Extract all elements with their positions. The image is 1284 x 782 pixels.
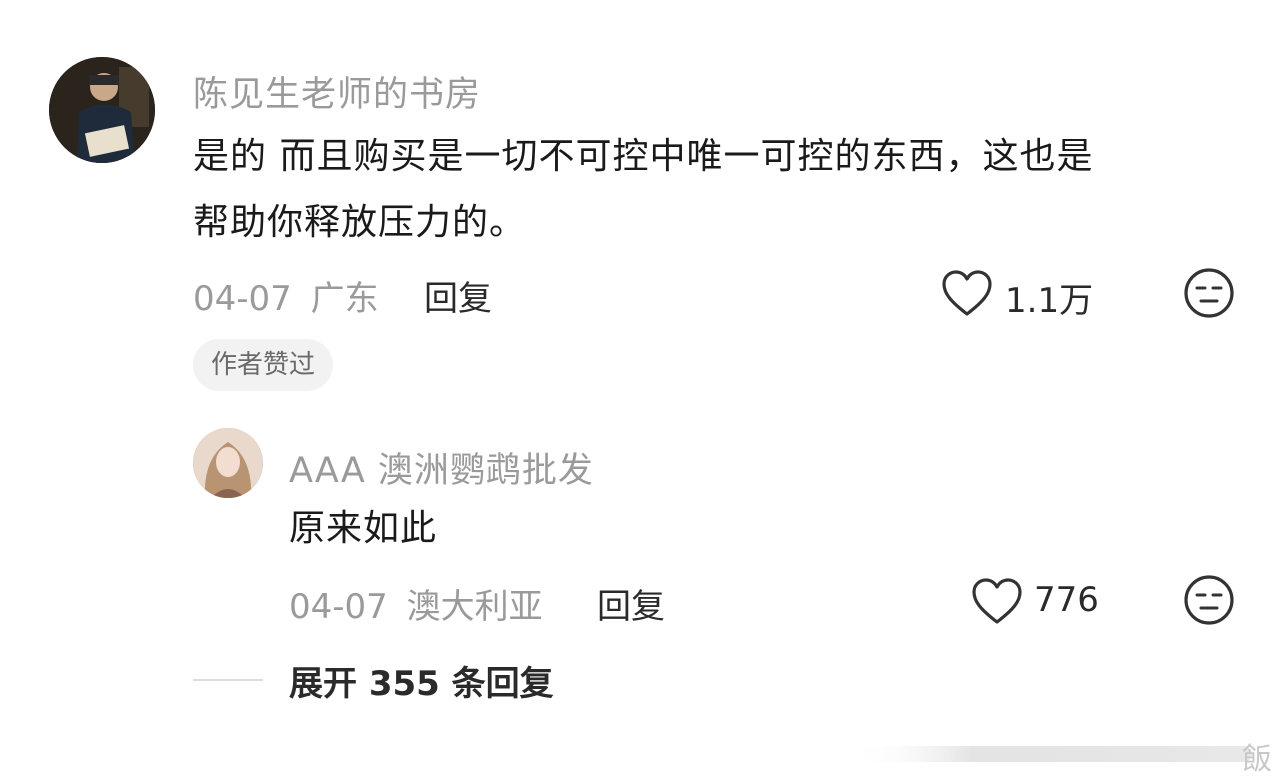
reply-content: 原来如此 xyxy=(289,508,438,549)
meh-face-icon xyxy=(1184,575,1234,625)
watermark: 飯 xyxy=(852,734,1272,777)
avatar[interactable] xyxy=(49,57,155,163)
reply-button[interactable]: 回复 xyxy=(424,271,492,320)
expand-replies-button[interactable]: 展开 355 条回复 xyxy=(289,656,554,705)
reply-like-button[interactable] xyxy=(970,576,1024,626)
reply-meta: 04-07 澳大利亚 xyxy=(289,579,543,628)
heart-outline-icon xyxy=(972,578,1022,624)
reply-like-count: 776 xyxy=(1034,580,1099,620)
reply-reply-button[interactable]: 回复 xyxy=(597,579,665,628)
heart-outline-icon xyxy=(942,270,992,316)
reply-date: 04-07 xyxy=(289,587,388,627)
reply-avatar[interactable] xyxy=(193,428,263,498)
comment-content-line: 是的 而且购买是一切不可控中唯一可控的东西，这也是 xyxy=(193,136,1094,177)
like-button[interactable] xyxy=(940,268,994,318)
meh-face-icon xyxy=(1184,268,1234,318)
comment-meta: 04-07 广东 xyxy=(193,271,379,320)
watermark-text: 飯 xyxy=(1242,742,1272,777)
watermark-image xyxy=(852,746,1252,762)
avatar-image xyxy=(49,57,155,163)
expand-divider xyxy=(193,679,263,681)
reply-dislike-button[interactable] xyxy=(1183,574,1235,626)
comment-content: 是的 而且购买是一切不可控中唯一可控的东西，这也是 帮助你释放压力的。 xyxy=(193,124,1093,256)
reply-location: 澳大利亚 xyxy=(406,587,543,627)
comment-username[interactable]: 陈见生老师的书房 xyxy=(193,66,481,117)
like-count: 1.1万 xyxy=(1005,281,1094,321)
reply-username[interactable]: AAA 澳洲鹦鹉批发 xyxy=(289,442,594,493)
dislike-button[interactable] xyxy=(1183,267,1235,319)
comment-location: 广东 xyxy=(310,279,379,319)
comment-date: 04-07 xyxy=(193,279,292,319)
author-liked-badge: 作者赞过 xyxy=(193,339,334,391)
reply-avatar-image xyxy=(193,428,263,498)
comment-content-line: 帮助你释放压力的。 xyxy=(193,202,527,243)
